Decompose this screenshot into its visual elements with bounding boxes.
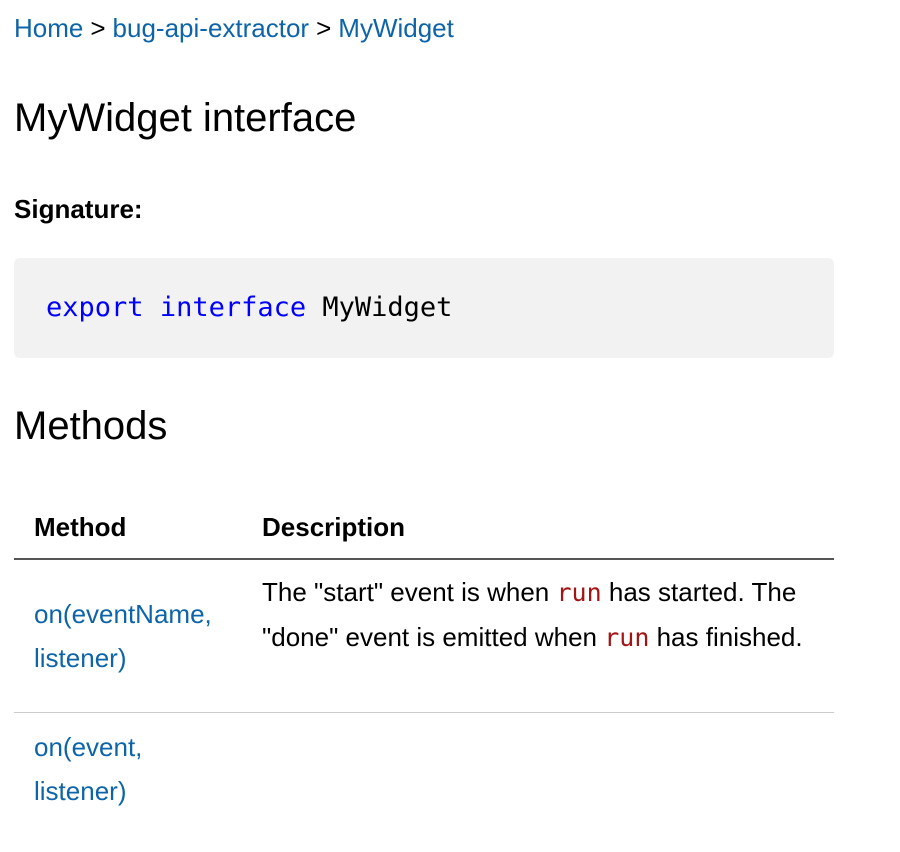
code-interface-name: MyWidget bbox=[322, 292, 453, 323]
method-link-on-event[interactable]: on(event, listener) bbox=[34, 732, 142, 806]
method-column-header: Method bbox=[34, 512, 127, 542]
inline-code-run: run bbox=[556, 578, 602, 607]
breadcrumb: Home > bug-api-extractor > MyWidget bbox=[14, 10, 454, 46]
description-cell: The "start" event is when run has starte… bbox=[262, 570, 822, 660]
signature-code-block: export interface MyWidget bbox=[14, 258, 834, 358]
table-row: on(event, listener) bbox=[14, 713, 834, 823]
code-keyword-export: export bbox=[46, 292, 144, 323]
inline-code-run: run bbox=[604, 623, 650, 652]
method-link-on-eventname[interactable]: on(eventName, listener) bbox=[34, 599, 212, 673]
signature-code: export interface MyWidget bbox=[46, 290, 452, 326]
description-column-header: Description bbox=[262, 512, 406, 542]
code-keyword-interface: interface bbox=[159, 292, 307, 323]
breadcrumb-separator: > bbox=[90, 13, 106, 43]
description-text: has finished. bbox=[649, 622, 803, 652]
methods-heading: Methods bbox=[14, 404, 168, 448]
page-title: MyWidget interface bbox=[14, 96, 357, 140]
breadcrumb-current-link[interactable]: MyWidget bbox=[338, 13, 454, 43]
table-row: on(eventName, listener) The "start" even… bbox=[14, 560, 834, 713]
signature-label: Signature: bbox=[14, 194, 143, 224]
description-text: The "start" event is when bbox=[262, 577, 557, 607]
breadcrumb-separator: > bbox=[316, 13, 332, 43]
method-cell: on(event, listener) bbox=[34, 725, 234, 813]
breadcrumb-package-link[interactable]: bug-api-extractor bbox=[113, 13, 310, 43]
method-cell: on(eventName, listener) bbox=[34, 592, 234, 680]
breadcrumb-home-link[interactable]: Home bbox=[14, 13, 83, 43]
